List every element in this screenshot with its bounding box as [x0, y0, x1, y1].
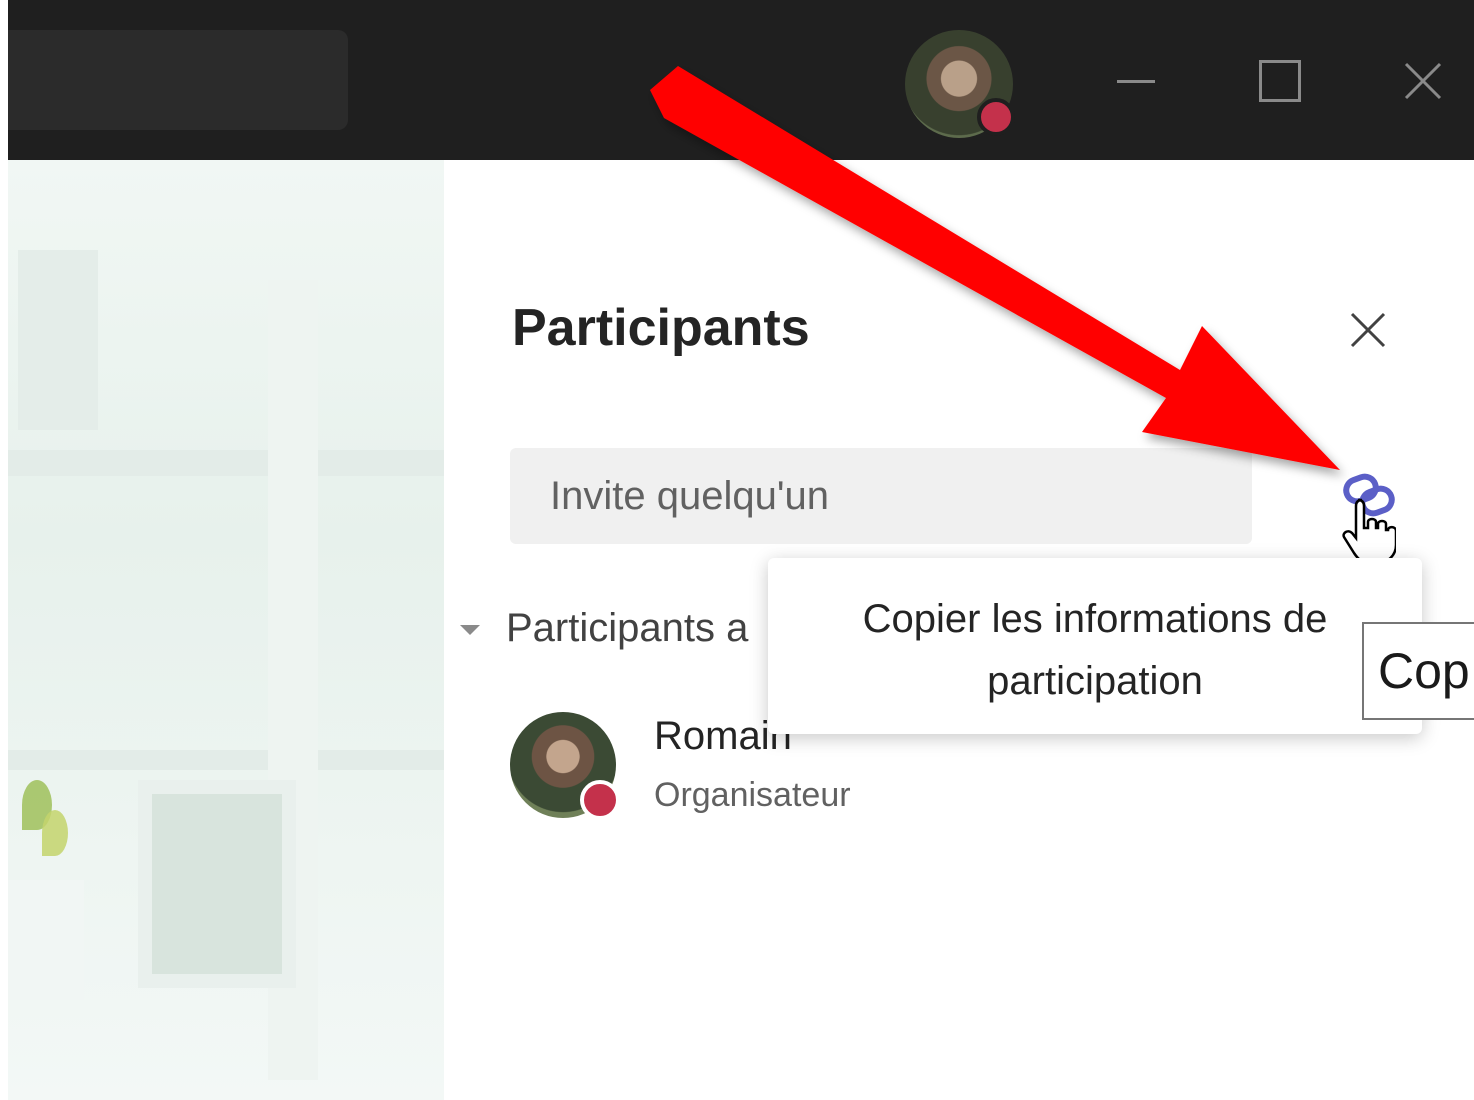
- jar: [18, 250, 98, 430]
- video-background: [8, 160, 444, 1100]
- panel-title: Participants: [512, 299, 810, 357]
- caret-down-icon: [460, 625, 480, 635]
- shelf: [8, 750, 444, 770]
- tooltip-line2: participation: [987, 659, 1203, 703]
- pot: [8, 880, 84, 1000]
- title-bar: [8, 0, 1474, 160]
- tooltip-line1: Copier les informations de: [862, 597, 1328, 641]
- plant: [42, 810, 68, 856]
- window-close-icon[interactable]: [1388, 40, 1458, 120]
- section-label: Participants a: [506, 605, 749, 650]
- close-icon[interactable]: [1340, 302, 1396, 358]
- copy-info-tooltip: Copier les informations de participation: [768, 558, 1422, 734]
- minimize-icon[interactable]: [1100, 40, 1170, 120]
- presence-busy-icon: [580, 780, 620, 820]
- shelf: [8, 450, 444, 476]
- participant-role: Organisateur: [654, 776, 851, 814]
- picture-frame: [138, 780, 296, 988]
- presence-busy-icon: [977, 98, 1015, 136]
- maximize-icon[interactable]: [1244, 40, 1314, 120]
- native-tooltip: Cop: [1362, 622, 1474, 720]
- search-box[interactable]: [8, 30, 348, 130]
- user-avatar[interactable]: [905, 30, 1015, 138]
- section-header[interactable]: Participants a: [460, 600, 748, 656]
- invite-input[interactable]: [510, 448, 1252, 544]
